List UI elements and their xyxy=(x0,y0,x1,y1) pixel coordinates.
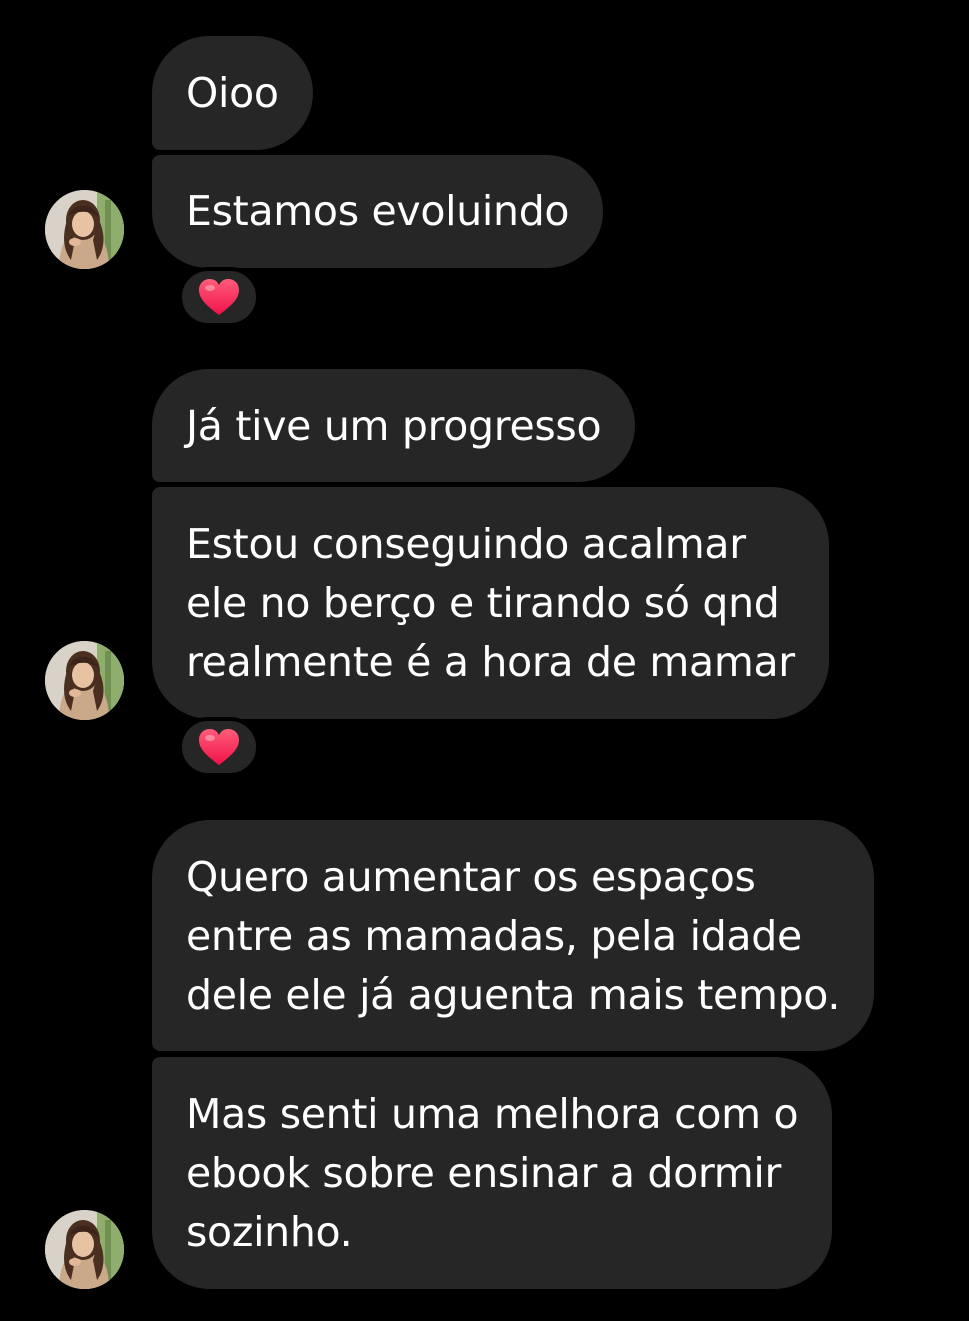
chat-thread: Oioo Estamos evoluindo Já tive um progre… xyxy=(0,0,969,1321)
message-bubble[interactable]: Quero aumentar os espaços entre as mamad… xyxy=(152,820,875,1051)
message-bubble[interactable]: Mas senti uma melhora com o ebook sobre … xyxy=(152,1057,833,1289)
message-bubble[interactable]: Estou conseguindo acalmar ele no berço e… xyxy=(152,487,829,719)
reaction-badge[interactable] xyxy=(178,717,260,777)
contact-avatar[interactable] xyxy=(45,641,124,720)
contact-avatar[interactable] xyxy=(45,190,124,269)
heart-emoji-icon xyxy=(199,729,239,765)
message-bubble[interactable]: Já tive um progresso xyxy=(152,369,636,482)
heart-emoji-icon xyxy=(199,279,239,315)
contact-avatar[interactable] xyxy=(45,1210,124,1289)
reaction-badge[interactable] xyxy=(178,267,260,327)
message-bubble[interactable]: Oioo xyxy=(152,36,313,150)
message-bubble[interactable]: Estamos evoluindo xyxy=(152,155,604,268)
